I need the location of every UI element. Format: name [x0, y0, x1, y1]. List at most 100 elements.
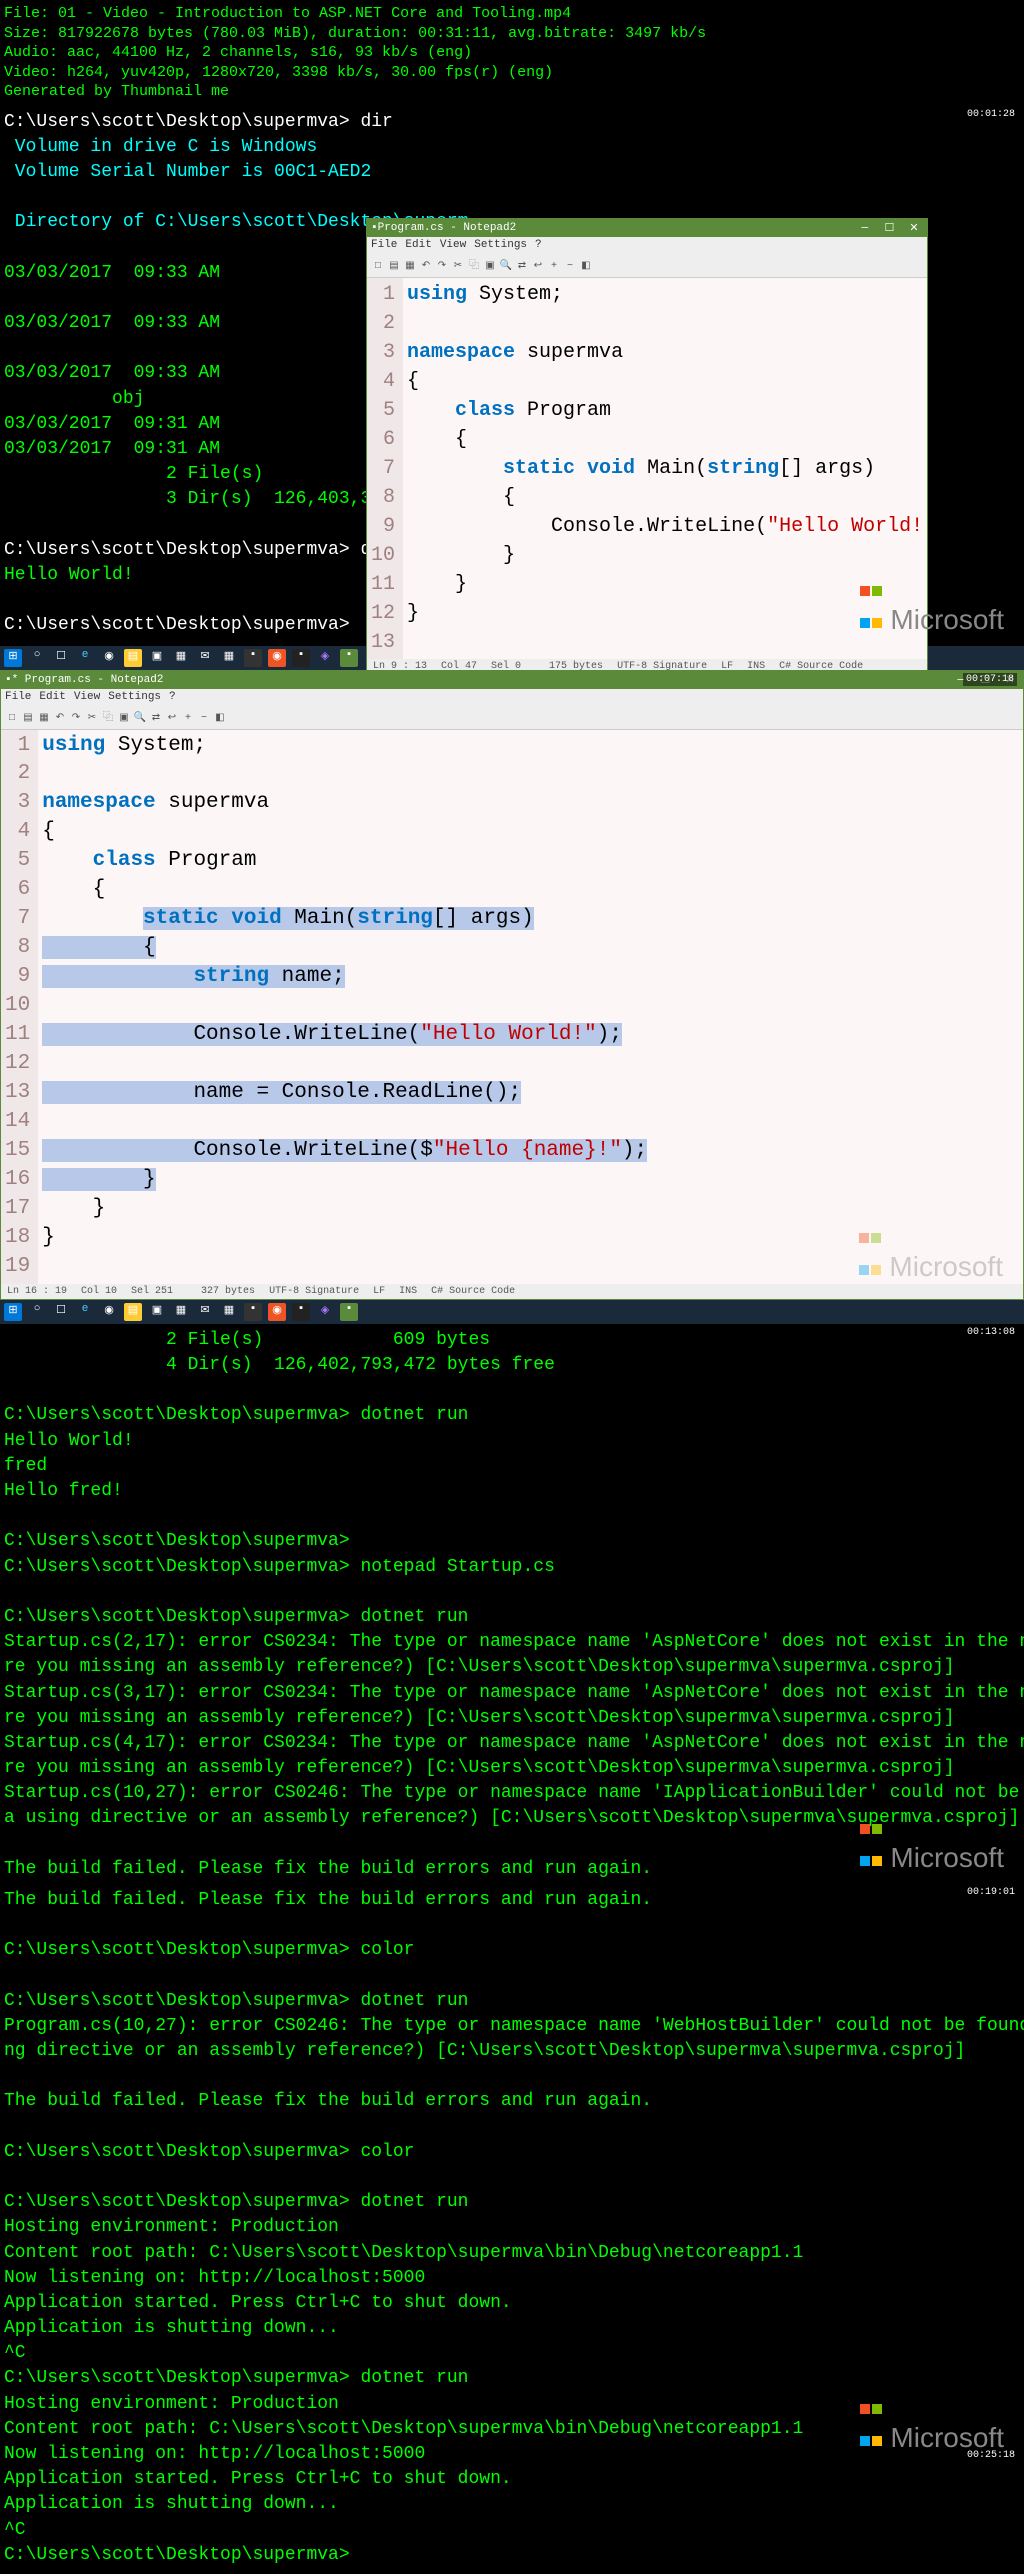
- ubuntu-icon[interactable]: ◉: [268, 1303, 286, 1321]
- menubar[interactable]: File Edit View Settings?: [367, 237, 927, 253]
- calendar-icon[interactable]: ▦: [220, 1303, 238, 1321]
- find-icon[interactable]: 🔍: [499, 260, 513, 274]
- taskview-icon[interactable]: ☐: [52, 649, 70, 667]
- cmd-icon[interactable]: ▪: [292, 1303, 310, 1321]
- scheme-icon[interactable]: ◧: [579, 260, 593, 274]
- cortana-icon[interactable]: ○: [28, 649, 46, 667]
- app-icon[interactable]: ▦: [172, 649, 190, 667]
- paste-icon[interactable]: ▣: [483, 260, 497, 274]
- menu-settings[interactable]: Settings: [108, 691, 161, 703]
- status-cell: Col 10: [81, 1286, 117, 1297]
- redo-icon[interactable]: ↷: [435, 260, 449, 274]
- timestamp: 00:13:08: [964, 1326, 1018, 1339]
- redo-icon[interactable]: ↷: [69, 712, 83, 726]
- maximize-button[interactable]: ☐: [880, 221, 898, 235]
- titlebar-2[interactable]: ▪ * Program.cs - Notepad2 ─ ☐ ✕: [1, 671, 1023, 689]
- status-cell: INS: [399, 1286, 417, 1297]
- close-button[interactable]: ✕: [905, 221, 923, 235]
- toolbar[interactable]: □▤▦↶↷✂⿻▣🔍⇄↩+−◧: [367, 253, 927, 278]
- source-text[interactable]: using System; namespace supermva{ class …: [403, 278, 927, 659]
- new-icon[interactable]: □: [5, 713, 19, 727]
- zoom-in-icon[interactable]: +: [547, 261, 561, 275]
- taskview-icon[interactable]: ☐: [52, 1303, 70, 1321]
- zoom-out-icon[interactable]: −: [197, 713, 211, 727]
- calendar-icon[interactable]: ▦: [220, 649, 238, 667]
- save-icon[interactable]: ▦: [403, 260, 417, 274]
- explorer-icon[interactable]: ▤: [124, 649, 142, 667]
- app-icon[interactable]: ▦: [172, 1303, 190, 1321]
- ubuntu-icon[interactable]: ◉: [268, 649, 286, 667]
- microsoft-logo: Microsoft: [859, 572, 1004, 636]
- menu-view[interactable]: View: [440, 239, 466, 251]
- explorer-icon[interactable]: ▤: [124, 1303, 142, 1321]
- paste-icon[interactable]: ▣: [117, 712, 131, 726]
- vs-icon[interactable]: ◈: [316, 1303, 334, 1321]
- start-button[interactable]: ⊞: [4, 1303, 22, 1321]
- edge-icon[interactable]: e: [76, 1303, 94, 1321]
- meta-header: File: 01 - Video - Introduction to ASP.N…: [0, 0, 1024, 106]
- frame-3: 00:13:08 2 File(s) 609 bytes 4 Dir(s) 12…: [0, 1324, 1024, 1884]
- wrap-icon[interactable]: ↩: [165, 712, 179, 726]
- vs-icon[interactable]: ◈: [316, 649, 334, 667]
- line-gutter: 12345678910111213141516171819: [1, 730, 38, 1284]
- save-icon[interactable]: ▦: [37, 712, 51, 726]
- frame-1: 00:01:28 C:\Users\scott\Desktop\supermva…: [0, 106, 1024, 646]
- titlebar[interactable]: ▪ Program.cs - Notepad2 ─ ☐ ✕: [367, 219, 927, 237]
- cut-icon[interactable]: ✂: [451, 260, 465, 274]
- open-icon[interactable]: ▤: [387, 260, 401, 274]
- mail-icon[interactable]: ✉: [196, 649, 214, 667]
- new-icon[interactable]: □: [371, 261, 385, 275]
- status-cell: Sel 251: [131, 1286, 173, 1297]
- terminal-4[interactable]: The build failed. Please fix the build e…: [0, 1884, 1024, 2572]
- wrap-icon[interactable]: ↩: [531, 260, 545, 274]
- menu-edit[interactable]: Edit: [405, 239, 431, 251]
- scheme-icon[interactable]: ◧: [213, 712, 227, 726]
- source-text[interactable]: using System; namespace supermva{ class …: [38, 730, 1023, 1284]
- zoom-in-icon[interactable]: +: [181, 713, 195, 727]
- notepad2-window-small[interactable]: ▪ Program.cs - Notepad2 ─ ☐ ✕ File Edit Vi…: [366, 218, 928, 675]
- statusbar-2: Ln 16 : 19Col 10Sel 251327 bytesUTF-8 Si…: [1, 1284, 1023, 1299]
- menu-view[interactable]: View: [74, 691, 100, 703]
- chrome-icon[interactable]: ◉: [100, 1303, 118, 1321]
- start-button[interactable]: ⊞: [4, 649, 22, 667]
- toolbar-2[interactable]: □▤▦↶↷✂⿻▣🔍⇄↩+−◧: [1, 705, 1023, 730]
- notepad2-icon[interactable]: ▪: [340, 1303, 358, 1321]
- edge-icon[interactable]: e: [76, 649, 94, 667]
- menu-?[interactable]: ?: [169, 691, 176, 703]
- status-cell: 327 bytes: [201, 1286, 255, 1297]
- undo-icon[interactable]: ↶: [419, 260, 433, 274]
- chrome-icon[interactable]: ◉: [100, 649, 118, 667]
- status-cell: Ln 16 : 19: [7, 1286, 67, 1297]
- replace-icon[interactable]: ⇄: [515, 260, 529, 274]
- microsoft-logo: Microsoft: [858, 1219, 1003, 1283]
- menubar-2[interactable]: File Edit View Settings?: [1, 689, 1023, 705]
- menu-?[interactable]: ?: [535, 239, 542, 251]
- zoom-out-icon[interactable]: −: [563, 261, 577, 275]
- frame-2: 00:07:18 ▪ * Program.cs - Notepad2 ─ ☐ ✕…: [0, 670, 1024, 1300]
- open-icon[interactable]: ▤: [21, 712, 35, 726]
- store-icon[interactable]: ▣: [148, 649, 166, 667]
- copy-icon[interactable]: ⿻: [101, 708, 115, 722]
- replace-icon[interactable]: ⇄: [149, 712, 163, 726]
- terminal-icon[interactable]: ▪: [244, 1303, 262, 1321]
- status-cell: C# Source Code: [431, 1286, 515, 1297]
- notepad2-icon[interactable]: ▪: [340, 649, 358, 667]
- mail-icon[interactable]: ✉: [196, 1303, 214, 1321]
- taskbar-2[interactable]: ⊞ ○ ☐ e ◉ ▤ ▣ ▦ ✉ ▦ ▪ ◉ ▪ ◈ ▪: [0, 1300, 1024, 1324]
- undo-icon[interactable]: ↶: [53, 712, 67, 726]
- window-title: Program.cs - Notepad2: [378, 222, 856, 234]
- copy-icon[interactable]: ⿻: [467, 256, 481, 270]
- find-icon[interactable]: 🔍: [133, 712, 147, 726]
- menu-settings[interactable]: Settings: [474, 239, 527, 251]
- minimize-button[interactable]: ─: [856, 223, 874, 235]
- menu-file[interactable]: File: [5, 691, 31, 703]
- store-icon[interactable]: ▣: [148, 1303, 166, 1321]
- cortana-icon[interactable]: ○: [28, 1303, 46, 1321]
- menu-file[interactable]: File: [371, 239, 397, 251]
- menu-edit[interactable]: Edit: [39, 691, 65, 703]
- code-editor[interactable]: 12345678910111213 using System; namespac…: [367, 278, 927, 659]
- code-editor-2[interactable]: 12345678910111213141516171819 using Syst…: [1, 730, 1023, 1284]
- cut-icon[interactable]: ✂: [85, 712, 99, 726]
- terminal-icon[interactable]: ▪: [244, 649, 262, 667]
- cmd-icon[interactable]: ▪: [292, 649, 310, 667]
